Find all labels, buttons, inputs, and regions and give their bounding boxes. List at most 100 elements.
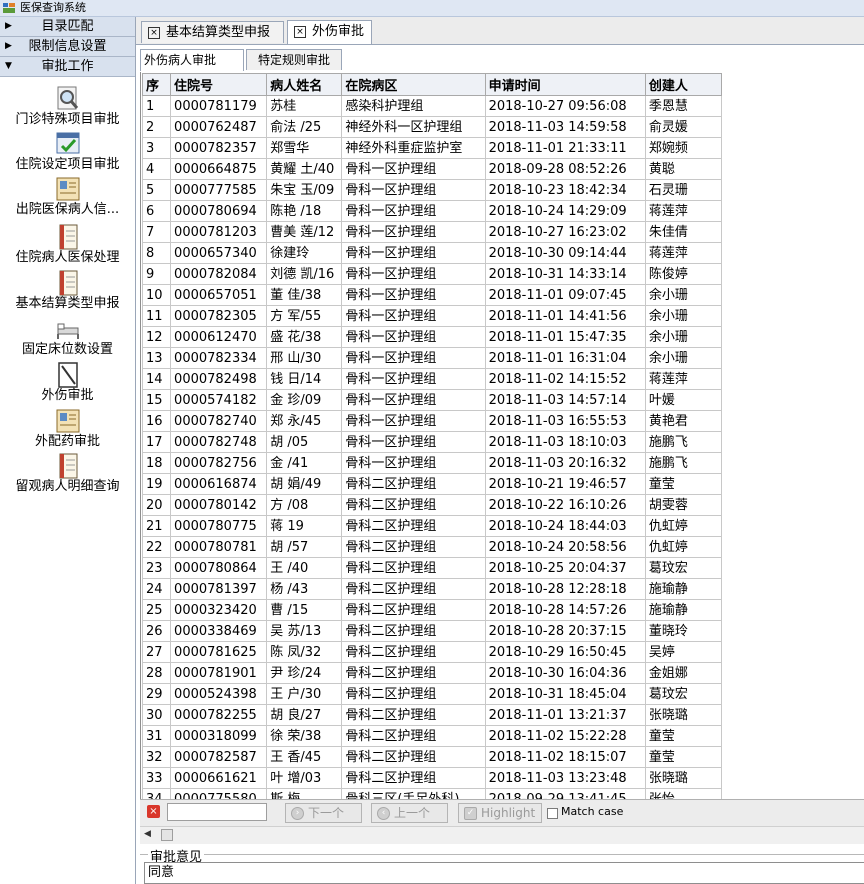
table-cell: 0000782740 — [170, 410, 268, 432]
subtab-trauma-patient-approval[interactable]: 外伤病人审批 — [140, 49, 244, 71]
accordion-approval-work[interactable]: ▼ 审批工作 — [0, 57, 135, 77]
table-row[interactable]: 30 0000782255 胡 良/27 骨科二区护理组 2018-11-01 13:2… — [142, 704, 723, 726]
table-cell: 感染科护理组 — [341, 95, 486, 117]
table-row[interactable]: 22 0000780781 胡 /57 骨科二区护理组 2018-10-24 20:58… — [142, 536, 723, 558]
nav-inpatient-insurance-processing[interactable]: 住院病人医保处理 — [0, 224, 135, 266]
column-header[interactable]: 住院号 — [170, 73, 268, 96]
table-row[interactable]: 25 0000323420 曹 /15 骨科二区护理组 2018-10-28 14:57… — [142, 599, 723, 621]
nav-basic-settlement-declaration[interactable]: 基本结算类型申报 — [0, 270, 135, 312]
table-row[interactable]: 34 0000775580 斯 梅骨科三区(手足外科) 2018-09-29 13:4… — [142, 788, 723, 799]
next-button[interactable]: › 下一个 — [285, 803, 362, 823]
table-cell: 2018-11-03 14:57:14 — [484, 389, 646, 411]
horizontal-scrollbar[interactable]: ◀ — [140, 826, 864, 844]
table-row[interactable]: 11 0000782305 方 军/55 骨科一区护理组 2018-11-01 14:4… — [142, 305, 723, 327]
table-cell: 骨科二区护理组 — [341, 599, 486, 621]
table-cell: 0000616874 — [170, 473, 268, 495]
approval-opinion-field[interactable]: 同意 — [144, 862, 864, 884]
table-cell: 2018-11-02 18:15:07 — [484, 746, 646, 768]
table-row[interactable]: 16 0000782740 郑 永/45 骨科一区护理组 2018-11-03 16:5… — [142, 410, 723, 432]
scroll-thumb[interactable] — [161, 829, 173, 841]
table-cell: 胡 良/27 — [266, 704, 343, 726]
table-cell: 尹 珍/24 — [266, 662, 343, 684]
table-row[interactable]: 31 0000318099 徐 荣/38 骨科二区护理组 2018-11-02 15:2… — [142, 725, 723, 747]
table-row[interactable]: 21 0000780775 蒋 19 骨科二区护理组 2018-10-24 18:44:… — [142, 515, 723, 537]
nav-label: 基本结算类型申报 — [15, 296, 120, 311]
table-row[interactable]: 33 0000661621 叶 增/03 骨科二区护理组 2018-11-03 13:2… — [142, 767, 723, 789]
table-row[interactable]: 32 0000782587 王 香/45 骨科二区护理组 2018-11-02 18:1… — [142, 746, 723, 768]
tab-basic-settlement[interactable]: × 基本结算类型申报 — [141, 21, 284, 43]
column-header[interactable]: 申请时间 — [484, 73, 646, 96]
table-cell: 董 佳/38 — [266, 284, 343, 306]
nav-fixed-bed-settings[interactable]: 固定床位数设置 — [0, 316, 135, 358]
nav-outpatient-special-approval[interactable]: 门诊特殊项目审批 — [0, 86, 135, 128]
table-row[interactable]: 28 0000781901 尹 珍/24 骨科二区护理组 2018-10-30 16:0… — [142, 662, 723, 684]
table-row[interactable]: 27 0000781625 陈 凤/32 骨科二区护理组 2018-10-29 16:5… — [142, 641, 723, 663]
table-row[interactable]: 6 0000780694 陈艳 /18 骨科一区护理组 2018-10-24 14:29… — [142, 200, 723, 222]
bed-icon — [56, 323, 79, 339]
table-row[interactable]: 12 0000612470 盛 花/38 骨科一区护理组 2018-11-01 15:4… — [142, 326, 723, 348]
table-row[interactable]: 23 0000780864 王 /40 骨科二区护理组 2018-10-25 20:04… — [142, 557, 723, 579]
subtab-special-rule-approval[interactable]: 特定规则审批 — [246, 49, 342, 70]
table-cell: 胡雯蓉 — [644, 494, 723, 516]
highlight-button[interactable]: ✓ Highlight — [458, 803, 542, 823]
table-cell: 骨科二区护理组 — [341, 641, 486, 663]
accordion-label: 限制信息设置 — [28, 39, 107, 54]
table-row[interactable]: 5 0000777585 朱宝 玉/09 骨科一区护理组 2018-10-23 18:4… — [142, 179, 723, 201]
table-row[interactable]: 8 0000657340 徐建玲 骨科一区护理组 2018-10-30 09:14:44… — [142, 242, 723, 264]
accordion-limit-settings[interactable]: ▶ 限制信息设置 — [0, 37, 135, 57]
table-cell: 余小珊 — [644, 347, 723, 369]
search-input[interactable] — [167, 803, 267, 821]
table-cell: 徐建玲 — [266, 242, 343, 264]
table-row[interactable]: 17 0000782748 胡 /05 骨科一区护理组 2018-11-03 18:10… — [142, 431, 723, 453]
close-tab-icon[interactable]: × — [294, 26, 306, 38]
table-cell: 34 — [142, 788, 172, 799]
table-cell: 0000781397 — [170, 578, 268, 600]
nav-discharge-patient-info[interactable]: 出院医保病人信... — [0, 176, 135, 218]
table-cell: 骨科一区护理组 — [341, 305, 486, 327]
nav-inpatient-item-approval[interactable]: 住院设定项目审批 — [0, 131, 135, 173]
table-row[interactable]: 2 0000762487 俞法 /25 神经外科一区护理组 2018-11-03 14:… — [142, 116, 723, 138]
table-row[interactable]: 19 0000616874 胡 娟/49 骨科二区护理组 2018-10-21 19:4… — [142, 473, 723, 495]
nav-observation-patient-query[interactable]: 留观病人明细查询 — [0, 453, 135, 495]
nav-external-medicine-approval[interactable]: 外配药审批 — [0, 408, 135, 450]
table-row[interactable]: 24 0000781397 杨 /43 骨科二区护理组 2018-10-28 12:28… — [142, 578, 723, 600]
table-row[interactable]: 26 0000338469 吴 苏/13 骨科二区护理组 2018-10-28 20:3… — [142, 620, 723, 642]
table-row[interactable]: 9 0000782084 刘德 凯/16 骨科一区护理组 2018-10-31 14:3… — [142, 263, 723, 285]
table-cell: 骨科三区(手足外科) — [341, 788, 486, 799]
table-cell: 方 /08 — [266, 494, 343, 516]
scroll-left-icon[interactable]: ◀ — [144, 829, 151, 839]
table-cell: 2018-10-28 20:37:15 — [484, 620, 646, 642]
table-cell: 2018-11-01 15:47:35 — [484, 326, 646, 348]
table-row[interactable]: 3 0000782357 郑雪华 神经外科重症监护室 2018-11-01 21:33:… — [142, 137, 723, 159]
table-cell: 6 — [142, 200, 172, 222]
previous-button[interactable]: ‹ 上一个 — [371, 803, 448, 823]
table-row[interactable]: 29 0000524398 王 户/30 骨科二区护理组 2018-10-31 18:4… — [142, 683, 723, 705]
table-row[interactable]: 20 0000780142 方 /08 骨科二区护理组 2018-10-22 16:10… — [142, 494, 723, 516]
close-tab-icon[interactable]: × — [148, 27, 160, 39]
table-cell: 童莹 — [644, 725, 723, 747]
table-cell: 29 — [142, 683, 172, 705]
table-cell: 张怡 — [644, 788, 723, 799]
column-header[interactable]: 创建人 — [644, 73, 723, 96]
close-search-icon[interactable]: × — [147, 805, 160, 818]
match-case-checkbox[interactable] — [547, 808, 558, 819]
table-row[interactable]: 18 0000782756 金 /41 骨科一区护理组 2018-11-03 20:16… — [142, 452, 723, 474]
nav-trauma-approval[interactable]: 外伤审批 — [0, 362, 135, 404]
table-cell: 32 — [142, 746, 172, 768]
table-cell: 20 — [142, 494, 172, 516]
table-row[interactable]: 7 0000781203 曹美 莲/12 骨科一区护理组 2018-10-27 16:2… — [142, 221, 723, 243]
table-row[interactable]: 13 0000782334 邢 山/30 骨科一区护理组 2018-11-01 16:3… — [142, 347, 723, 369]
column-header[interactable]: 病人姓名 — [266, 73, 343, 96]
table-cell: 2018-10-24 14:29:09 — [484, 200, 646, 222]
table-cell: 0000781179 — [170, 95, 268, 117]
tab-trauma-approval[interactable]: × 外伤审批 — [287, 20, 372, 44]
table-row[interactable]: 4 0000664875 黄耀 土/40 骨科一区护理组 2018-09-28 08:5… — [142, 158, 723, 180]
tab-label: 外伤审批 — [312, 24, 365, 39]
table-row[interactable]: 15 0000574182 金 珍/09 骨科一区护理组 2018-11-03 14:5… — [142, 389, 723, 411]
table-row[interactable]: 10 0000657051 董 佳/38 骨科一区护理组 2018-11-01 09:0… — [142, 284, 723, 306]
column-header[interactable]: 在院病区 — [341, 73, 486, 96]
accordion-catalog-match[interactable]: ▶ 目录匹配 — [0, 17, 135, 37]
table-row[interactable]: 14 0000782498 钱 日/14 骨科一区护理组 2018-11-02 14:1… — [142, 368, 723, 390]
table-row[interactable]: 1 0000781179 苏桂 感染科护理组 2018-10-27 09:56:08 季… — [142, 95, 723, 117]
column-header[interactable]: 序 — [142, 73, 172, 96]
